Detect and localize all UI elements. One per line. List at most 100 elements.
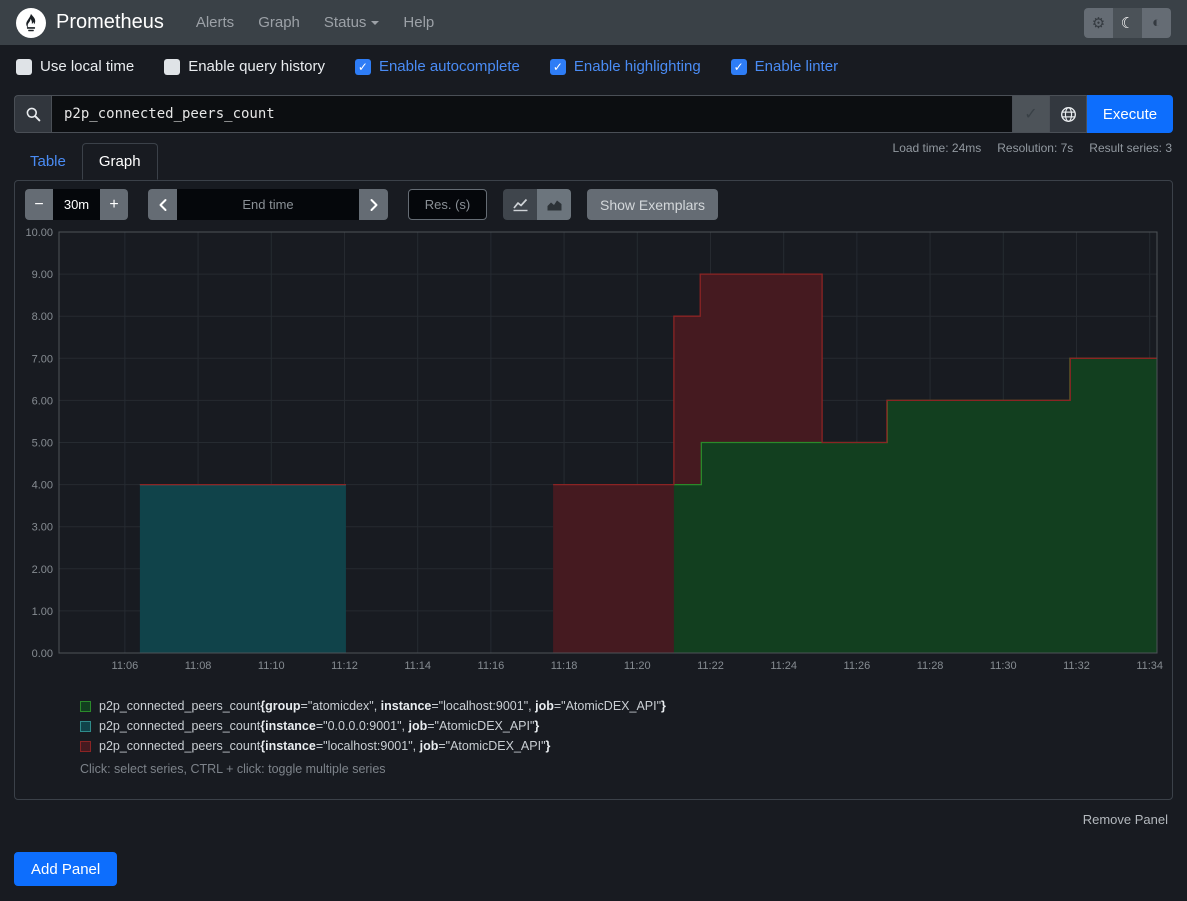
option-label: Enable linter	[755, 58, 838, 75]
svg-text:11:14: 11:14	[404, 660, 431, 672]
svg-text:0.00: 0.00	[32, 648, 53, 660]
option-label: Enable query history	[188, 58, 325, 75]
svg-text:11:16: 11:16	[478, 660, 505, 672]
unchecked-checkbox-icon[interactable]	[164, 59, 180, 75]
query-valid-check-button[interactable]: ✓	[1013, 95, 1050, 133]
query-stats: Load time: 24ms Resolution: 7s Result se…	[893, 141, 1172, 155]
svg-text:8.00: 8.00	[32, 311, 53, 323]
svg-text:6.00: 6.00	[32, 395, 53, 407]
search-icon	[14, 95, 51, 133]
panel-tabs: Table Graph	[14, 143, 158, 179]
chart-areas	[140, 274, 1157, 653]
svg-text:10.00: 10.00	[25, 227, 53, 239]
prometheus-app: Prometheus AlertsGraphStatusHelp ⚙☾◐ Use…	[0, 0, 1187, 901]
metrics-explorer-globe-button[interactable]	[1050, 95, 1087, 133]
graph-panel: − +	[14, 180, 1173, 800]
add-panel-button[interactable]: Add Panel	[14, 852, 117, 886]
option-label: Use local time	[40, 58, 134, 75]
legend-swatch-red	[80, 741, 91, 752]
nav-menu: AlertsGraphStatusHelp	[186, 6, 1084, 39]
range-decrease-button[interactable]: −	[25, 189, 53, 220]
legend-hint: Click: select series, CTRL + click: togg…	[80, 762, 386, 776]
svg-text:11:34: 11:34	[1136, 660, 1163, 672]
legend-item-teal[interactable]: p2p_connected_peers_count{instance="0.0.…	[80, 719, 666, 733]
option-label: Enable autocomplete	[379, 58, 520, 75]
unchecked-checkbox-icon[interactable]	[16, 59, 32, 75]
legend-item-red[interactable]: p2p_connected_peers_count{instance="loca…	[80, 739, 666, 753]
nav-item-status[interactable]: Status	[314, 6, 390, 39]
legend-label: p2p_connected_peers_count{instance="loca…	[99, 739, 550, 753]
svg-text:11:20: 11:20	[624, 660, 651, 672]
remove-panel-link[interactable]: Remove Panel	[1083, 812, 1168, 827]
svg-text:11:32: 11:32	[1063, 660, 1090, 672]
line-chart-toggle-button[interactable]	[503, 189, 537, 220]
theme-button-group: ⚙ ☾ ◐	[1084, 8, 1171, 38]
option-enable-highlighting[interactable]: ✓ Enable highlighting	[550, 58, 701, 75]
svg-text:11:30: 11:30	[990, 660, 1017, 672]
resolution: Resolution: 7s	[997, 141, 1073, 155]
navbar: Prometheus AlertsGraphStatusHelp ⚙ ☾ ◐	[0, 0, 1187, 45]
svg-text:5.00: 5.00	[32, 438, 53, 450]
svg-text:11:26: 11:26	[844, 660, 871, 672]
svg-text:11:22: 11:22	[697, 660, 724, 672]
checked-checkbox-icon[interactable]: ✓	[731, 59, 747, 75]
time-forward-button[interactable]	[359, 189, 388, 220]
options-row: Use local time Enable query history ✓ Enabl…	[16, 58, 838, 75]
svg-text:4.00: 4.00	[32, 480, 53, 492]
stacked-chart-toggle-button[interactable]	[537, 189, 571, 220]
legend-label: p2p_connected_peers_count{group="atomicd…	[99, 699, 666, 713]
y-axis-labels: 0.001.002.003.004.005.006.007.008.009.00…	[25, 227, 53, 660]
result-series: Result series: 3	[1089, 141, 1172, 155]
svg-text:9.00: 9.00	[32, 269, 53, 281]
checked-checkbox-icon[interactable]: ✓	[550, 59, 566, 75]
legend-item-green[interactable]: p2p_connected_peers_count{group="atomicd…	[80, 699, 666, 713]
tab-graph[interactable]: Graph	[82, 143, 158, 180]
brand-title: Prometheus	[56, 11, 164, 34]
nav-item-graph[interactable]: Graph	[248, 6, 310, 39]
query-bar: ✓ Execute	[14, 95, 1173, 133]
query-input[interactable]	[51, 95, 1013, 133]
prometheus-logo-icon	[16, 8, 46, 38]
brand[interactable]: Prometheus	[16, 8, 164, 38]
x-axis-labels: 11:06 11:08 11:10 11:12 11:14 11:16 11:18 11:20…	[112, 660, 1164, 672]
checked-checkbox-icon[interactable]: ✓	[355, 59, 371, 75]
svg-text:7.00: 7.00	[32, 353, 53, 365]
end-time-input[interactable]	[177, 189, 359, 220]
resolution-input[interactable]	[408, 189, 487, 220]
settings-button[interactable]: ⚙	[1084, 8, 1113, 38]
option-enable-linter[interactable]: ✓ Enable linter	[731, 58, 838, 75]
time-back-button[interactable]	[148, 189, 177, 220]
half-contrast-icon: ◐	[1152, 14, 1161, 31]
show-exemplars-button[interactable]: Show Exemplars	[587, 189, 718, 220]
svg-text:11:12: 11:12	[331, 660, 358, 672]
legend-swatch-teal	[80, 721, 91, 732]
range-input[interactable]	[53, 189, 100, 220]
option-enable-autocomplete[interactable]: ✓ Enable autocomplete	[355, 58, 520, 75]
svg-text:11:08: 11:08	[185, 660, 212, 672]
graph-chart[interactable]: 0.001.002.003.004.005.006.007.008.009.00…	[16, 226, 1164, 681]
auto-theme-button[interactable]: ◐	[1142, 8, 1171, 38]
option-label: Enable highlighting	[574, 58, 701, 75]
graph-controls: − +	[25, 189, 718, 220]
tab-table[interactable]: Table	[14, 144, 82, 179]
moon-icon: ☾	[1121, 14, 1134, 32]
nav-item-help[interactable]: Help	[393, 6, 444, 39]
svg-text:11:24: 11:24	[770, 660, 797, 672]
svg-text:11:18: 11:18	[551, 660, 578, 672]
option-use-local-time[interactable]: Use local time	[16, 58, 134, 75]
series-area-teal	[140, 485, 346, 653]
svg-text:3.00: 3.00	[32, 522, 53, 534]
range-increase-button[interactable]: +	[100, 189, 128, 220]
legend-label: p2p_connected_peers_count{instance="0.0.…	[99, 719, 539, 733]
gear-icon: ⚙	[1092, 14, 1105, 32]
chart-svg[interactable]: 0.001.002.003.004.005.006.007.008.009.00…	[16, 226, 1164, 681]
nav-item-alerts[interactable]: Alerts	[186, 6, 244, 39]
graph-legend: p2p_connected_peers_count{group="atomicd…	[80, 699, 666, 759]
execute-button[interactable]: Execute	[1087, 95, 1173, 133]
dark-theme-button[interactable]: ☾	[1113, 8, 1142, 38]
svg-text:11:10: 11:10	[258, 660, 285, 672]
option-enable-query-history[interactable]: Enable query history	[164, 58, 325, 75]
svg-text:11:06: 11:06	[112, 660, 139, 672]
load-time: Load time: 24ms	[893, 141, 982, 155]
svg-text:2.00: 2.00	[32, 564, 53, 576]
